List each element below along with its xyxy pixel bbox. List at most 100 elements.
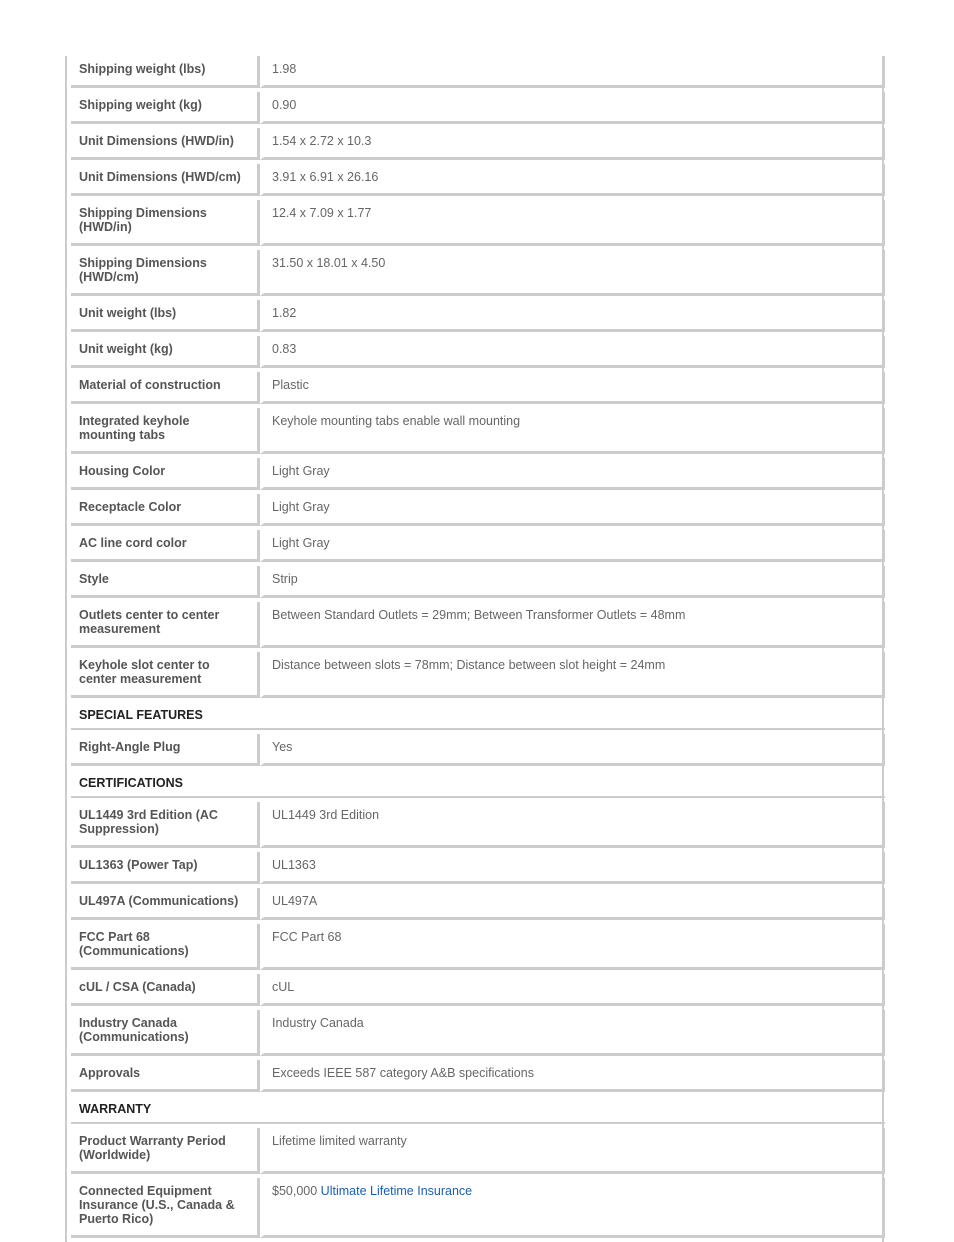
section-header-warranty: WARRANTY [71, 1096, 885, 1124]
specifications-table: Shipping weight (lbs) 1.98 Shipping weight… [71, 52, 885, 1242]
spec-label: Unit weight (kg) [71, 336, 260, 368]
spec-value-text: Plastic [272, 378, 309, 392]
spec-label: Integrated keyhole mounting tabs [71, 408, 260, 454]
spec-value-text: FCC Part 68 [272, 930, 342, 944]
spec-value-text: 1.98 [272, 62, 297, 76]
spec-table-frame: Shipping weight (lbs) 1.98 Shipping weight… [65, 56, 885, 1242]
spec-label: Right-Angle Plug [71, 734, 260, 766]
section-title: SPECIAL FEATURES [71, 702, 885, 730]
section-header-certifications: CERTIFICATIONS [71, 770, 885, 798]
spec-row-cul-csa-canada: cUL / CSA (Canada) cUL [71, 974, 885, 1006]
spec-value-text: Distance between slots = 78mm; Distance … [272, 658, 666, 672]
spec-value-text: Lifetime limited warranty [272, 1134, 407, 1148]
section-header-special-features: SPECIAL FEATURES [71, 702, 885, 730]
spec-row-style: Style Strip [71, 566, 885, 598]
spec-row-keyhole-slot-center-to-center-measurement: Keyhole slot center to center measuremen… [71, 652, 885, 698]
spec-value: UL1449 3rd Edition [260, 802, 885, 848]
spec-value-text: UL497A [272, 894, 318, 908]
spec-label: Housing Color [71, 458, 260, 490]
spec-value: 1.54 x 2.72 x 10.3 [260, 128, 885, 160]
spec-label: AC line cord color [71, 530, 260, 562]
spec-value-text: Strip [272, 572, 298, 586]
spec-value: cUL [260, 974, 885, 1006]
spec-label: Shipping weight (lbs) [71, 56, 260, 88]
spec-value: UL1363 [260, 852, 885, 884]
spec-value: 1.82 [260, 300, 885, 332]
spec-label: Keyhole slot center to center measuremen… [71, 652, 260, 698]
spec-label: Shipping weight (kg) [71, 92, 260, 124]
spec-row-fcc-part-68-communications: FCC Part 68 (Communications) FCC Part 68 [71, 924, 885, 970]
spec-value: Light Gray [260, 494, 885, 526]
spec-label: Receptacle Color [71, 494, 260, 526]
spec-label: UL497A (Communications) [71, 888, 260, 920]
spec-label: Shipping Dimensions (HWD/in) [71, 200, 260, 246]
spec-label: Shipping Dimensions (HWD/cm) [71, 250, 260, 296]
spec-value: Light Gray [260, 458, 885, 490]
spec-value-text: 12.4 x 7.09 x 1.77 [272, 206, 372, 220]
spec-value-text: 0.83 [272, 342, 297, 356]
spec-row-ul1449-3rd-edition-ac-suppression: UL1449 3rd Edition (AC Suppression) UL144… [71, 802, 885, 848]
spec-value-text: 1.54 x 2.72 x 10.3 [272, 134, 372, 148]
spec-value-text: Keyhole mounting tabs enable wall mounti… [272, 414, 521, 428]
spec-label: Outlets center to center measurement [71, 602, 260, 648]
spec-row-integrated-keyhole-mounting-tabs: Integrated keyhole mounting tabs Keyhole … [71, 408, 885, 454]
spec-value-text: UL1363 [272, 858, 316, 872]
spec-label: Material of construction [71, 372, 260, 404]
spec-value-text: UL1449 3rd Edition [272, 808, 380, 822]
spec-value-text: Industry Canada [272, 1016, 364, 1030]
spec-value-text: Light Gray [272, 500, 330, 514]
spec-label: cUL / CSA (Canada) [71, 974, 260, 1006]
spec-label: Approvals [71, 1060, 260, 1092]
spec-value-text: Light Gray [272, 464, 330, 478]
spec-value: Industry Canada [260, 1010, 885, 1056]
spec-value: 12.4 x 7.09 x 1.77 [260, 200, 885, 246]
spec-value: Strip [260, 566, 885, 598]
spec-row-receptacle-color: Receptacle Color Light Gray [71, 494, 885, 526]
spec-label: UL1449 3rd Edition (AC Suppression) [71, 802, 260, 848]
spec-value: 31.50 x 18.01 x 4.50 [260, 250, 885, 296]
spec-value: $50,000 Ultimate Lifetime Insurance [260, 1178, 885, 1238]
spec-value: Lifetime limited warranty [260, 1128, 885, 1174]
spec-label: Unit Dimensions (HWD/cm) [71, 164, 260, 196]
section-title: CERTIFICATIONS [71, 770, 885, 798]
spec-value: Yes [260, 734, 885, 766]
spec-value-text: 31.50 x 18.01 x 4.50 [272, 256, 386, 270]
spec-row-shipping-dimensions-hwd-in: Shipping Dimensions (HWD/in) 12.4 x 7.09 … [71, 200, 885, 246]
spec-row-housing-color: Housing Color Light Gray [71, 458, 885, 490]
spec-row-unit-dimensions-hwd-in: Unit Dimensions (HWD/in) 1.54 x 2.72 x 10… [71, 128, 885, 160]
spec-label: FCC Part 68 (Communications) [71, 924, 260, 970]
spec-row-ac-line-cord-color: AC line cord color Light Gray [71, 530, 885, 562]
spec-value: Plastic [260, 372, 885, 404]
spec-row-unit-weight-kg: Unit weight (kg) 0.83 [71, 336, 885, 368]
spec-value: Keyhole mounting tabs enable wall mounti… [260, 408, 885, 454]
spec-value-text: 0.90 [272, 98, 297, 112]
spec-value-text: Light Gray [272, 536, 330, 550]
spec-value: Exceeds IEEE 587 category A&B specificat… [260, 1060, 885, 1092]
spec-row-shipping-weight-lbs: Shipping weight (lbs) 1.98 [71, 56, 885, 88]
spec-label: UL1363 (Power Tap) [71, 852, 260, 884]
spec-value: 1.98 [260, 56, 885, 88]
spec-value: Light Gray [260, 530, 885, 562]
spec-value: Between Standard Outlets = 29mm; Between… [260, 602, 885, 648]
ultimate-lifetime-insurance-link[interactable]: Ultimate Lifetime Insurance [321, 1184, 472, 1198]
spec-label: Unit weight (lbs) [71, 300, 260, 332]
spec-value-text: Yes [272, 740, 293, 754]
spec-label: Connected Equipment Insurance (U.S., Can… [71, 1178, 260, 1238]
spec-row-shipping-dimensions-hwd-cm: Shipping Dimensions (HWD/cm) 31.50 x 18.0… [71, 250, 885, 296]
spec-value: UL497A [260, 888, 885, 920]
spec-row-approvals: Approvals Exceeds IEEE 587 category A&B s… [71, 1060, 885, 1092]
section-title: WARRANTY [71, 1096, 885, 1124]
spec-value-text: $50,000 [272, 1184, 321, 1198]
spec-value-text: cUL [272, 980, 295, 994]
spec-value: FCC Part 68 [260, 924, 885, 970]
spec-value: 0.90 [260, 92, 885, 124]
spec-value-text: 1.82 [272, 306, 297, 320]
spec-value: 3.91 x 6.91 x 26.16 [260, 164, 885, 196]
spec-value-text: Between Standard Outlets = 29mm; Between… [272, 608, 686, 622]
spec-row-unit-weight-lbs: Unit weight (lbs) 1.82 [71, 300, 885, 332]
spec-value: Distance between slots = 78mm; Distance … [260, 652, 885, 698]
spec-row-right-angle-plug: Right-Angle Plug Yes [71, 734, 885, 766]
spec-row-shipping-weight-kg: Shipping weight (kg) 0.90 [71, 92, 885, 124]
spec-row-product-warranty-period-worldwide: Product Warranty Period (Worldwide) Lifet… [71, 1128, 885, 1174]
spec-value-text: 3.91 x 6.91 x 26.16 [272, 170, 379, 184]
